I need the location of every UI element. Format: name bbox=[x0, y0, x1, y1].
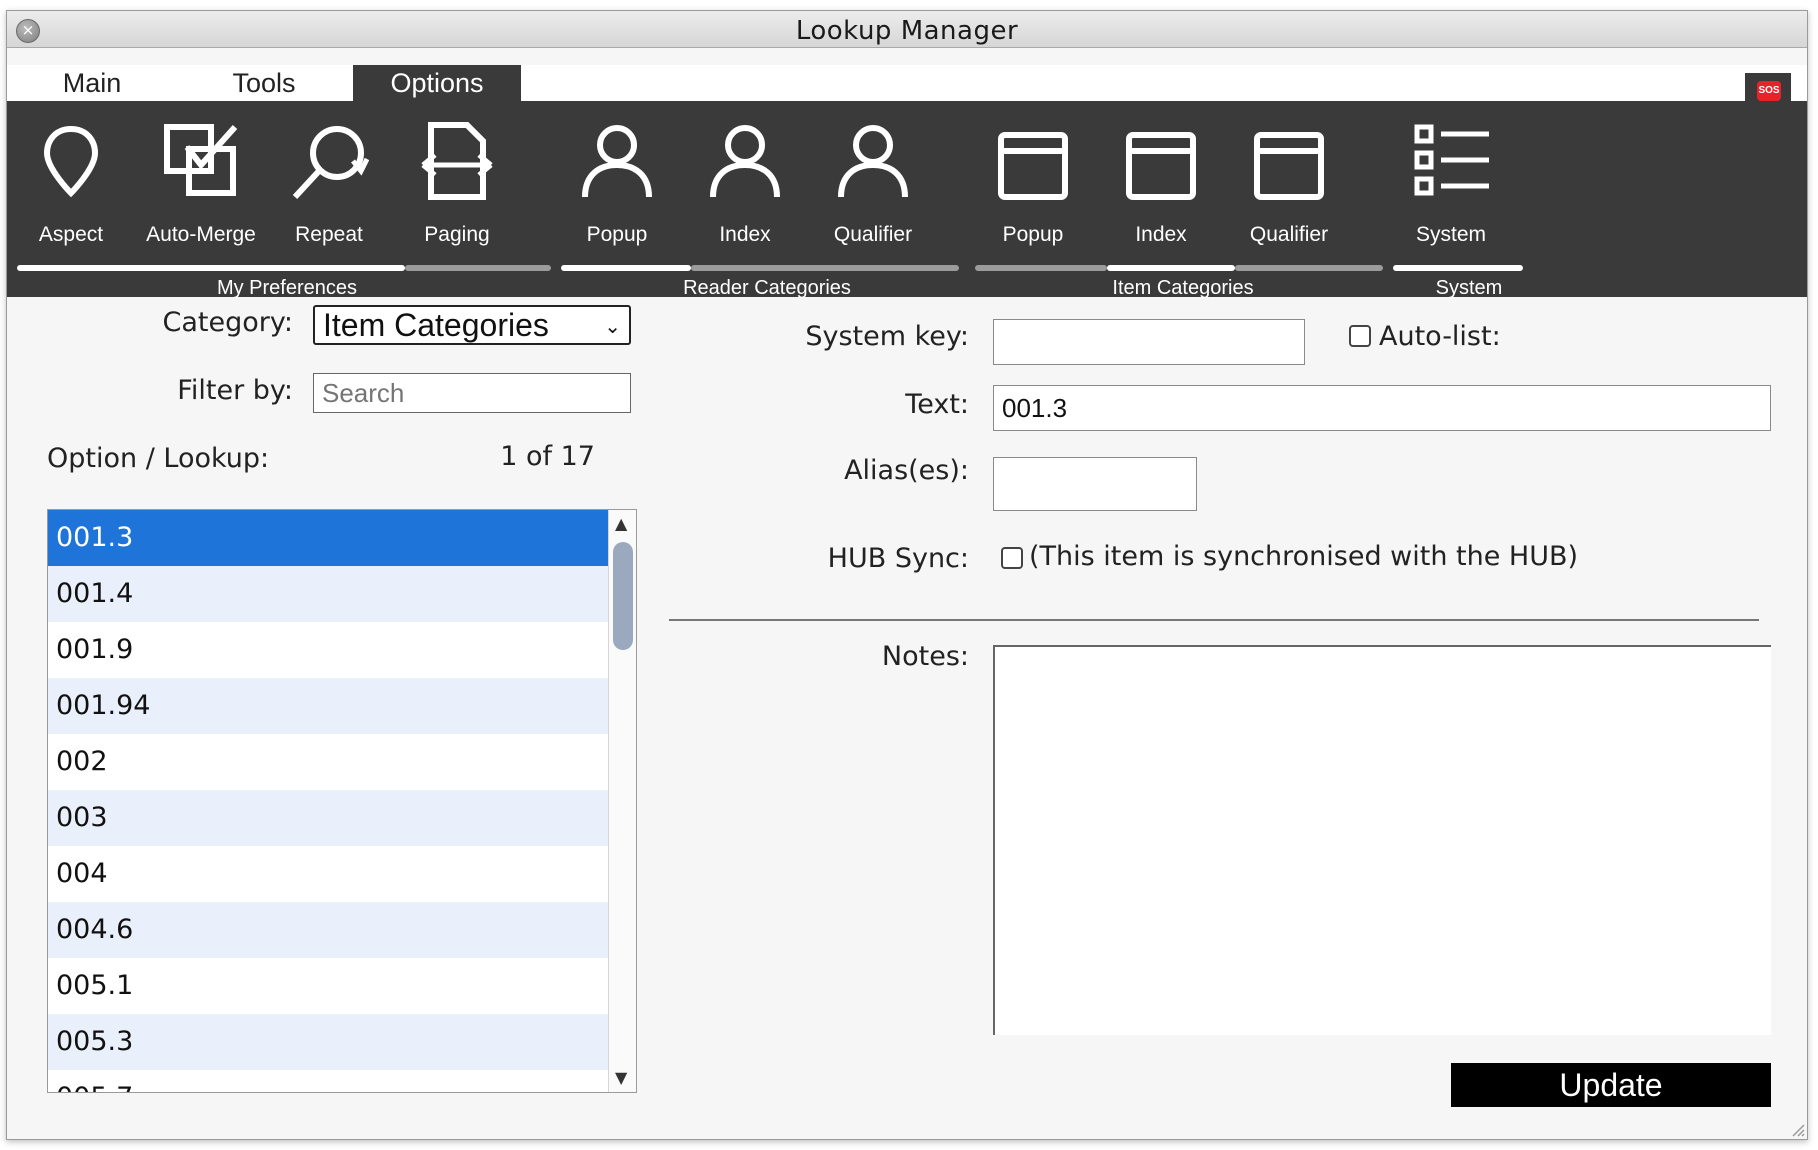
group-label-reader-categories: Reader Categories bbox=[683, 277, 851, 299]
list-item[interactable]: 004.6 bbox=[48, 902, 608, 958]
ribbon-button-reader-qualifier[interactable]: Qualifier bbox=[811, 101, 935, 273]
ribbon-button-aspect[interactable]: Aspect bbox=[9, 101, 133, 273]
system-key-field[interactable] bbox=[993, 319, 1305, 365]
auto-list-label: Auto-list: bbox=[1379, 321, 1501, 352]
ribbon-button-reader-index[interactable]: Index bbox=[683, 101, 807, 273]
tab-main[interactable]: Main bbox=[7, 65, 177, 101]
ribbon-button-auto-merge[interactable]: Auto-Merge bbox=[139, 101, 263, 273]
search-loop-icon bbox=[292, 126, 369, 200]
chevron-down-icon: ⌄ bbox=[604, 316, 621, 338]
list-item[interactable]: 001.94 bbox=[48, 678, 608, 734]
user-icon bbox=[582, 125, 652, 198]
ribbon-label: Index bbox=[719, 223, 771, 246]
scroll-up-icon[interactable]: ▲ bbox=[615, 514, 627, 533]
hub-sync-label: HUB Sync: bbox=[827, 543, 969, 574]
option-lookup-list[interactable]: 001.3 001.4 001.9 001.94 002 003 004 004… bbox=[47, 509, 637, 1093]
list-icon bbox=[1414, 124, 1489, 196]
scroll-down-icon[interactable]: ▼ bbox=[615, 1068, 627, 1087]
section-divider bbox=[669, 619, 1759, 621]
resize-grip-icon[interactable] bbox=[1787, 1119, 1805, 1137]
group-underline bbox=[405, 265, 551, 271]
list-item[interactable]: 005.3 bbox=[48, 1014, 608, 1070]
user-icon bbox=[838, 125, 908, 198]
list-item[interactable]: 001.4 bbox=[48, 566, 608, 622]
hub-sync-checkbox[interactable] bbox=[1001, 547, 1023, 569]
text-field[interactable] bbox=[993, 385, 1771, 431]
group-underline bbox=[691, 265, 959, 271]
record-count: 1 of 17 bbox=[500, 441, 595, 472]
hub-sync-text: (This item is synchronised with the HUB) bbox=[1029, 541, 1579, 572]
alias-field[interactable] bbox=[993, 457, 1197, 511]
group-label-my-preferences: My Preferences bbox=[216, 277, 358, 299]
category-select[interactable]: Item Categories ⌄ bbox=[313, 305, 631, 345]
tab-strip: Main Tools Options bbox=[7, 65, 1807, 101]
list-item[interactable]: 005.1 bbox=[48, 958, 608, 1014]
sos-icon: SOS bbox=[1757, 81, 1781, 101]
alias-label: Alias(es): bbox=[844, 455, 969, 486]
scroll-thumb[interactable] bbox=[613, 542, 633, 650]
list-item[interactable]: 005.7 bbox=[48, 1070, 608, 1092]
map-pin-icon bbox=[43, 125, 99, 198]
merge-check-icon bbox=[164, 124, 238, 196]
text-label: Text: bbox=[905, 389, 969, 420]
ribbon-label: Qualifier bbox=[833, 223, 913, 246]
ribbon-button-reader-popup[interactable]: Popup bbox=[555, 101, 679, 273]
ribbon-button-paging[interactable]: Paging bbox=[395, 101, 519, 273]
tab-options[interactable]: Options bbox=[353, 65, 521, 101]
ribbon-button-item-index[interactable]: Index bbox=[1099, 101, 1223, 273]
folder-tab-icon bbox=[998, 132, 1068, 200]
user-icon bbox=[710, 125, 780, 198]
ribbon-label: Popup bbox=[586, 223, 648, 246]
ribbon-label: Paging bbox=[424, 223, 490, 246]
list-item[interactable]: 002 bbox=[48, 734, 608, 790]
category-label: Category: bbox=[162, 307, 293, 338]
ribbon-button-repeat[interactable]: Repeat bbox=[267, 101, 391, 273]
list-item[interactable]: 003 bbox=[48, 790, 608, 846]
group-label-system: System bbox=[1435, 277, 1503, 299]
lookup-manager-window: × Lookup Manager Main Tools Options SOS … bbox=[6, 10, 1808, 1140]
filter-label: Filter by: bbox=[177, 375, 293, 406]
search-input[interactable] bbox=[313, 373, 631, 413]
notes-field[interactable] bbox=[993, 645, 1771, 1035]
group-underline bbox=[1235, 265, 1383, 271]
notes-label: Notes: bbox=[881, 641, 969, 672]
ribbon-label: Popup bbox=[1002, 223, 1064, 246]
system-key-label: System key: bbox=[805, 321, 969, 352]
ribbon-label: System bbox=[1415, 223, 1486, 246]
list-scrollbar[interactable]: ▲ ▼ bbox=[608, 510, 636, 1092]
auto-list-checkbox[interactable] bbox=[1349, 325, 1371, 347]
ribbon-label: Repeat bbox=[295, 223, 363, 246]
page-arrows-icon bbox=[421, 122, 493, 200]
list-item[interactable]: 004 bbox=[48, 846, 608, 902]
option-lookup-label: Option / Lookup: bbox=[47, 443, 270, 474]
ribbon-label: Qualifier bbox=[1249, 223, 1329, 246]
ribbon-label: Index bbox=[1135, 223, 1187, 246]
window-title: Lookup Manager bbox=[795, 16, 1019, 46]
category-select-value: Item Categories bbox=[323, 307, 549, 343]
group-underline bbox=[17, 265, 405, 271]
ribbon-button-item-popup[interactable]: Popup bbox=[971, 101, 1095, 273]
group-underline bbox=[1107, 265, 1235, 271]
ribbon-button-item-qualifier[interactable]: Qualifier bbox=[1227, 101, 1351, 273]
folder-tab-icon bbox=[1254, 132, 1324, 200]
group-underline bbox=[561, 265, 691, 271]
list-item[interactable]: 001.3 bbox=[48, 510, 608, 566]
options-ribbon: Aspect Auto-Merge Repeat Paging Popup In… bbox=[7, 101, 1807, 299]
ribbon-label: Aspect bbox=[38, 223, 104, 246]
title-bar: × Lookup Manager bbox=[7, 11, 1807, 48]
group-underline bbox=[975, 265, 1107, 271]
ribbon-button-system[interactable]: System bbox=[1389, 101, 1513, 273]
update-button[interactable]: Update bbox=[1451, 1063, 1771, 1107]
ribbon-label: Auto-Merge bbox=[146, 223, 256, 246]
list-item[interactable]: 001.9 bbox=[48, 622, 608, 678]
folder-tab-icon bbox=[1126, 132, 1196, 200]
group-label-item-categories: Item Categories bbox=[1112, 277, 1254, 299]
tab-tools[interactable]: Tools bbox=[177, 65, 351, 101]
group-underline bbox=[1393, 265, 1523, 271]
